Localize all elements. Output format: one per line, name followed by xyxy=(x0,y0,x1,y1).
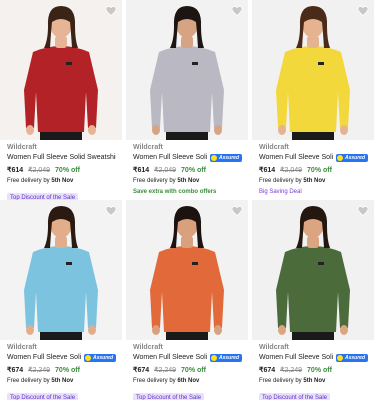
delivery-info: Free delivery by 6th Nov xyxy=(133,376,242,386)
product-price: ₹614 xyxy=(133,167,150,174)
product-brand: Wildcraft xyxy=(7,344,37,351)
product-card[interactable]: Wildcraft Women Full Sleeve Solid ... As… xyxy=(126,0,248,198)
assured-badge: Assured xyxy=(335,153,368,162)
product-image[interactable] xyxy=(252,0,374,140)
product-card[interactable]: Wildcraft Women Full Sleeve Solid ... As… xyxy=(252,200,374,400)
offer-tag: Top Discount of the Sale xyxy=(259,393,331,400)
offer-tag: Top Discount of the Sale xyxy=(7,393,79,400)
wishlist-heart-icon[interactable] xyxy=(357,205,369,217)
discount-percent: 70% off xyxy=(181,167,206,174)
product-title[interactable]: Women Full Sleeve Solid ... xyxy=(133,152,207,163)
assured-check-icon xyxy=(210,154,217,161)
offer-tag: Big Saving Deal xyxy=(259,189,302,195)
product-image[interactable] xyxy=(252,200,374,340)
assured-check-icon xyxy=(84,354,91,361)
assured-badge: Assured xyxy=(209,153,242,162)
product-price: ₹674 xyxy=(133,367,150,374)
wishlist-heart-icon[interactable] xyxy=(357,5,369,17)
delivery-info: Free delivery by 5th Nov xyxy=(133,176,242,186)
delivery-date: 5th Nov xyxy=(303,378,326,384)
product-image[interactable] xyxy=(0,0,122,140)
delivery-prefix: Free delivery by xyxy=(259,178,302,184)
delivery-prefix: Free delivery by xyxy=(133,378,176,384)
product-price: ₹614 xyxy=(7,167,24,174)
product-title[interactable]: Women Full Sleeve Solid ... xyxy=(7,352,81,363)
wishlist-heart-icon[interactable] xyxy=(105,205,117,217)
wishlist-heart-icon[interactable] xyxy=(231,205,243,217)
product-title[interactable]: Women Full Sleeve Solid ... xyxy=(259,152,333,163)
product-brand: Wildcraft xyxy=(259,144,289,151)
product-mrp: ₹2,049 xyxy=(154,167,177,174)
product-mrp: ₹2,049 xyxy=(28,167,51,174)
wishlist-heart-icon[interactable] xyxy=(231,5,243,17)
delivery-prefix: Free delivery by xyxy=(259,378,302,384)
discount-percent: 70% off xyxy=(181,367,206,374)
model-illustration xyxy=(0,0,122,140)
delivery-date: 5th Nov xyxy=(177,178,200,184)
product-brand: Wildcraft xyxy=(133,144,163,151)
product-brand: Wildcraft xyxy=(7,144,37,151)
assured-check-icon xyxy=(210,354,217,361)
assured-label: Assured xyxy=(218,154,239,161)
product-title[interactable]: Women Full Sleeve Solid Sweatshirt xyxy=(7,152,116,163)
assured-label: Assured xyxy=(218,354,239,361)
offer-tag: Top Discount of the Sale xyxy=(133,393,205,400)
delivery-info: Free delivery by 5th Nov xyxy=(259,176,368,186)
wishlist-heart-icon[interactable] xyxy=(105,5,117,17)
offer-tag: Save extra with combo offers xyxy=(133,189,217,195)
delivery-date: 5th Nov xyxy=(303,178,326,184)
model-illustration xyxy=(126,0,248,140)
assured-label: Assured xyxy=(92,354,113,361)
product-price: ₹614 xyxy=(259,167,276,174)
product-mrp: ₹2,049 xyxy=(280,167,303,174)
product-card[interactable]: Wildcraft Women Full Sleeve Solid Sweats… xyxy=(0,0,122,204)
product-card[interactable]: Wildcraft Women Full Sleeve Solid ... As… xyxy=(252,0,374,198)
product-card[interactable]: Wildcraft Women Full Sleeve Solid ... As… xyxy=(0,200,122,400)
assured-badge: Assured xyxy=(335,353,368,362)
product-grid: Wildcraft Women Full Sleeve Solid Sweats… xyxy=(0,0,374,400)
product-mrp: ₹2,249 xyxy=(28,367,51,374)
product-image[interactable] xyxy=(126,200,248,340)
product-card[interactable]: Wildcraft Women Full Sleeve Solid ... As… xyxy=(126,200,248,400)
model-illustration xyxy=(252,0,374,140)
assured-label: Assured xyxy=(344,154,365,161)
delivery-prefix: Free delivery by xyxy=(7,378,50,384)
delivery-prefix: Free delivery by xyxy=(7,178,50,184)
product-title[interactable]: Women Full Sleeve Solid ... xyxy=(259,352,333,363)
product-title[interactable]: Women Full Sleeve Solid ... xyxy=(133,352,207,363)
product-price: ₹674 xyxy=(259,367,276,374)
product-brand: Wildcraft xyxy=(259,344,289,351)
assured-label: Assured xyxy=(344,354,365,361)
delivery-info: Free delivery by 5th Nov xyxy=(7,176,116,186)
delivery-date: 5th Nov xyxy=(51,178,74,184)
assured-check-icon xyxy=(336,154,343,161)
product-mrp: ₹2,249 xyxy=(280,367,303,374)
discount-percent: 70% off xyxy=(307,167,332,174)
product-brand: Wildcraft xyxy=(133,344,163,351)
product-mrp: ₹2,249 xyxy=(154,367,177,374)
delivery-date: 6th Nov xyxy=(177,378,200,384)
discount-percent: 70% off xyxy=(55,367,80,374)
assured-badge: Assured xyxy=(209,353,242,362)
delivery-info: Free delivery by 5th Nov xyxy=(7,376,116,386)
product-image[interactable] xyxy=(0,200,122,340)
discount-percent: 70% off xyxy=(55,167,80,174)
model-illustration xyxy=(252,200,374,340)
delivery-prefix: Free delivery by xyxy=(133,178,176,184)
model-illustration xyxy=(126,200,248,340)
discount-percent: 70% off xyxy=(307,367,332,374)
delivery-date: 5th Nov xyxy=(51,378,74,384)
delivery-info: Free delivery by 5th Nov xyxy=(259,376,368,386)
assured-check-icon xyxy=(336,354,343,361)
product-image[interactable] xyxy=(126,0,248,140)
assured-badge: Assured xyxy=(83,353,116,362)
product-price: ₹674 xyxy=(7,367,24,374)
model-illustration xyxy=(0,200,122,340)
